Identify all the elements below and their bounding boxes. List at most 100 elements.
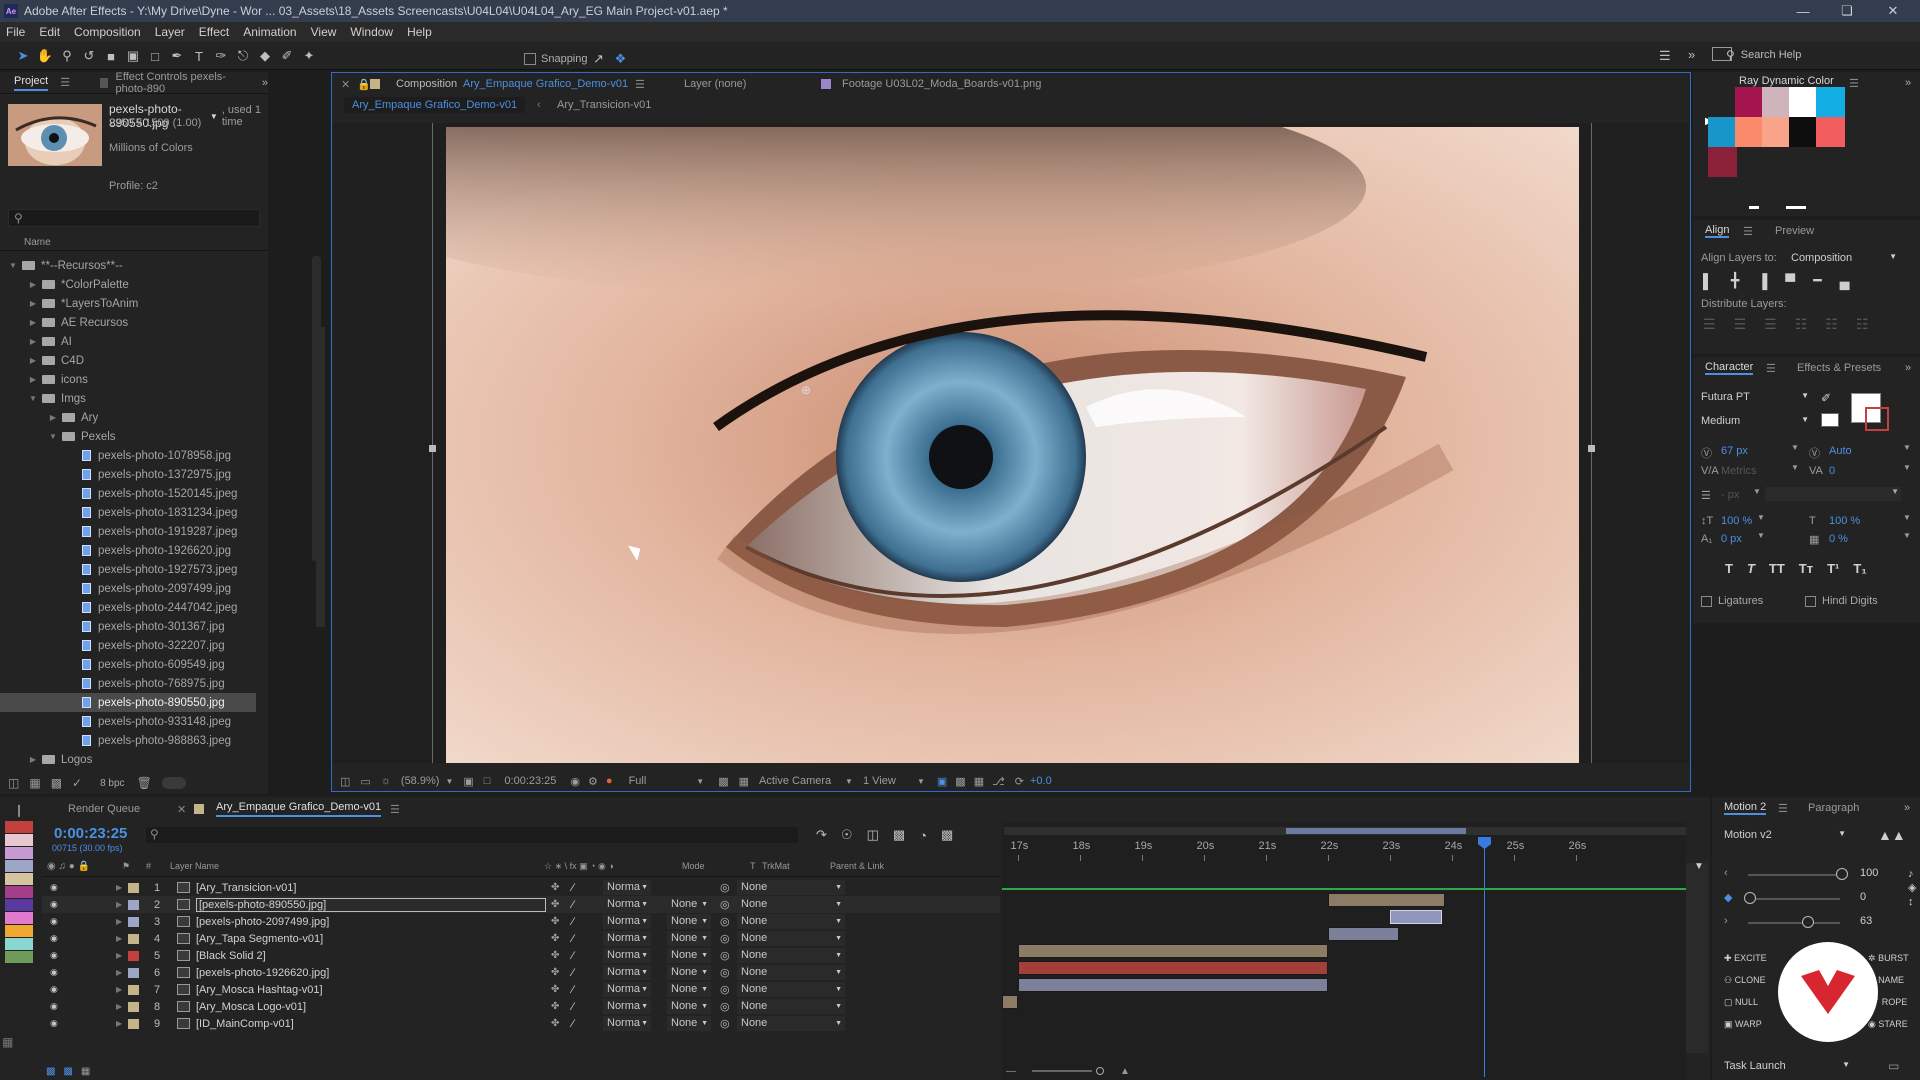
chevron-right-icon[interactable]: » [262,77,268,89]
collapse-switch-icon[interactable]: ✤ [551,967,559,978]
track-matte-select[interactable]: None ▼ [667,948,711,963]
dropdown-icon[interactable]: ▼ [1791,443,1799,452]
chevron-right-small-icon[interactable]: › [1724,915,1728,927]
font-style-select[interactable]: Medium ▼ [1701,415,1809,427]
motion-warp-button[interactable]: ▣ WARP [1724,1019,1762,1030]
dropdown-icon[interactable]: ▼ [696,777,704,786]
subtab-main-comp[interactable]: Ary_Empaque Grafico_Demo-v01 [344,97,526,113]
new-composition-icon[interactable]: ▩ [51,776,62,790]
pan-behind-tool-icon[interactable]: ▣ [122,46,144,66]
horizontal-scale-value[interactable]: 100 % [1829,515,1860,527]
expand-closed-icon[interactable]: ▶ [28,337,38,346]
zoom-in-icon[interactable]: ▲ [1120,1066,1130,1077]
layer-name[interactable]: [Ary_Transicion-v01] [196,882,296,894]
dropdown-icon[interactable]: ▼ [1753,487,1761,496]
name-column-header[interactable]: Name [24,237,51,248]
current-time[interactable]: 0:00:23:25 [504,775,556,787]
label-color-swatch[interactable] [5,912,33,924]
label-color-swatch[interactable] [5,821,33,833]
toggle-icon[interactable] [161,777,186,789]
project-file[interactable]: pexels-photo-2097499.jpg [0,579,256,598]
visibility-eye-icon[interactable]: ◉ [50,899,58,910]
resize-handle[interactable] [1588,445,1595,452]
parent-select[interactable]: None ▼ [737,880,845,895]
expand-open-icon[interactable]: ▼ [28,394,38,403]
layer-label-color[interactable] [128,1001,139,1012]
expand-closed-icon[interactable]: ▶ [28,755,38,764]
blend-mode-select[interactable]: Norma ▼ [603,897,651,912]
panel-menu-icon[interactable]: ☰ [60,76,70,89]
collapse-switch-icon[interactable]: ✤ [551,916,559,927]
motion-burst-button[interactable]: ✲ BURST [1868,953,1909,964]
layer-row[interactable]: ◉ ▶ 2 [pexels-photo-890550.jpg] ✤ ∕ Norma ▼ None… [42,896,1000,913]
layer-row[interactable]: ◉ ▶ 7 [Ary_Mosca Hashtag-v01] ✤ ∕ Norma ▼ None ▼ ◎… [42,981,1000,998]
side-tools-icon[interactable]: ♪ ◈ ↕ [1908,867,1916,909]
motion-blur-icon[interactable]: ◔ [919,828,927,843]
track-matte-select[interactable]: None ▼ [667,999,711,1014]
stroke-width-value[interactable]: - px [1721,489,1739,501]
scroll-top-icon[interactable]: ▼ [1694,861,1704,872]
tab-character[interactable]: Character [1705,361,1754,375]
snap-options-icon[interactable]: ↗ [588,49,610,69]
swatch-white-black-icon[interactable] [1821,413,1839,427]
expand-closed-icon[interactable]: ▶ [48,413,58,422]
parent-select[interactable]: None ▼ [737,897,845,912]
label-color-swatch[interactable] [5,951,33,963]
task-settings-icon[interactable]: ▭ [1888,1059,1899,1073]
slider-1-value[interactable]: 100 [1860,867,1878,879]
menu-item-layer[interactable]: Layer [155,25,185,39]
visibility-eye-icon[interactable]: ◉ [50,984,58,995]
label-color-swatch[interactable] [5,873,33,885]
shy-layers-icon[interactable]: ◫ [867,827,879,843]
time-graph[interactable]: 17s 18s 19s 20s 21s 22s 23s 24s 25s 26s [1002,823,1686,1080]
resolution-select[interactable]: Full [629,775,647,787]
exposure-value[interactable]: +0.0 [1030,775,1052,787]
label-color-swatch[interactable] [5,899,33,911]
color-swatch[interactable] [1816,117,1845,147]
align-to-select[interactable]: Composition ▼ [1791,252,1897,264]
color-channel-icon[interactable]: ● [606,775,613,787]
project-folder[interactable]: ▶ *LayersToAnim [0,294,256,313]
distribute-bottom-icon[interactable]: ☰ [1764,316,1777,333]
font-family-select[interactable]: Futura PT ▼ [1701,391,1809,403]
chevron-right-icon[interactable]: » [1905,362,1911,374]
snapping-checkbox[interactable] [524,53,536,65]
parent-select[interactable]: None ▼ [737,982,845,997]
quality-switch-icon[interactable]: ∕ [572,882,574,894]
layer-row[interactable]: ◉ ▶ 8 [Ary_Mosca Logo-v01] ✤ ∕ Norma ▼ None ▼ ◎ Non… [42,998,1000,1015]
pickwhip-icon[interactable]: ◎ [720,966,730,979]
project-file[interactable]: pexels-photo-890550.jpg [0,693,256,712]
chevron-right-icon[interactable]: » [1904,802,1910,814]
rectangle-tool-icon[interactable]: □ [144,46,166,66]
dropdown-icon[interactable]: ▼ [917,777,925,786]
color-swatch[interactable] [1762,87,1791,117]
font-size-value[interactable]: 67 px [1721,445,1748,457]
project-file[interactable]: pexels-photo-301367.jpg [0,617,256,636]
layer-label-color[interactable] [128,984,139,995]
layer-row[interactable]: ◉ ▶ 1 [Ary_Transicion-v01] ✤ ∕ Norma ▼ ◎ None ▼ [42,879,1000,896]
project-folder[interactable]: ▶ icons [0,370,256,389]
selection-tool-icon[interactable]: ➤ [12,46,34,66]
layer-row[interactable]: ◉ ▶ 5 [Black Solid 2] ✤ ∕ Norma ▼ None ▼ ◎ None ▼ [42,947,1000,964]
blend-mode-select[interactable]: Norma ▼ [603,999,651,1014]
quality-switch-icon[interactable]: ∕ [572,967,574,979]
layer-name[interactable]: [Ary_Mosca Hashtag-v01] [196,984,323,996]
pen-tool-icon[interactable]: ✒ [166,46,188,66]
expand-layer-icon[interactable]: ▶ [116,883,122,892]
project-file[interactable]: pexels-photo-1927573.jpeg [0,560,256,579]
leading-value[interactable]: Auto [1829,445,1852,457]
parent-select[interactable]: None ▼ [737,965,845,980]
parent-select[interactable]: None ▼ [737,948,845,963]
dropdown-icon[interactable]: ▼ [210,112,218,121]
motion-stare-button[interactable]: ◉ STARE [1868,1019,1908,1030]
collapse-switch-icon[interactable]: ✤ [551,933,559,944]
menu-item-window[interactable]: Window [350,25,393,39]
track-matte-select[interactable]: None ▼ [667,914,711,929]
vertical-scale-value[interactable]: 100 % [1721,515,1752,527]
kerning-value[interactable]: Metrics [1721,465,1756,477]
graph-editor-icon[interactable]: ▩ [941,827,953,843]
color-swatch[interactable] [1708,117,1737,147]
layer-duration-bar[interactable] [1327,927,1399,941]
parent-select[interactable]: None ▼ [737,914,845,929]
zoom-out-icon[interactable]: — [1006,1066,1016,1077]
